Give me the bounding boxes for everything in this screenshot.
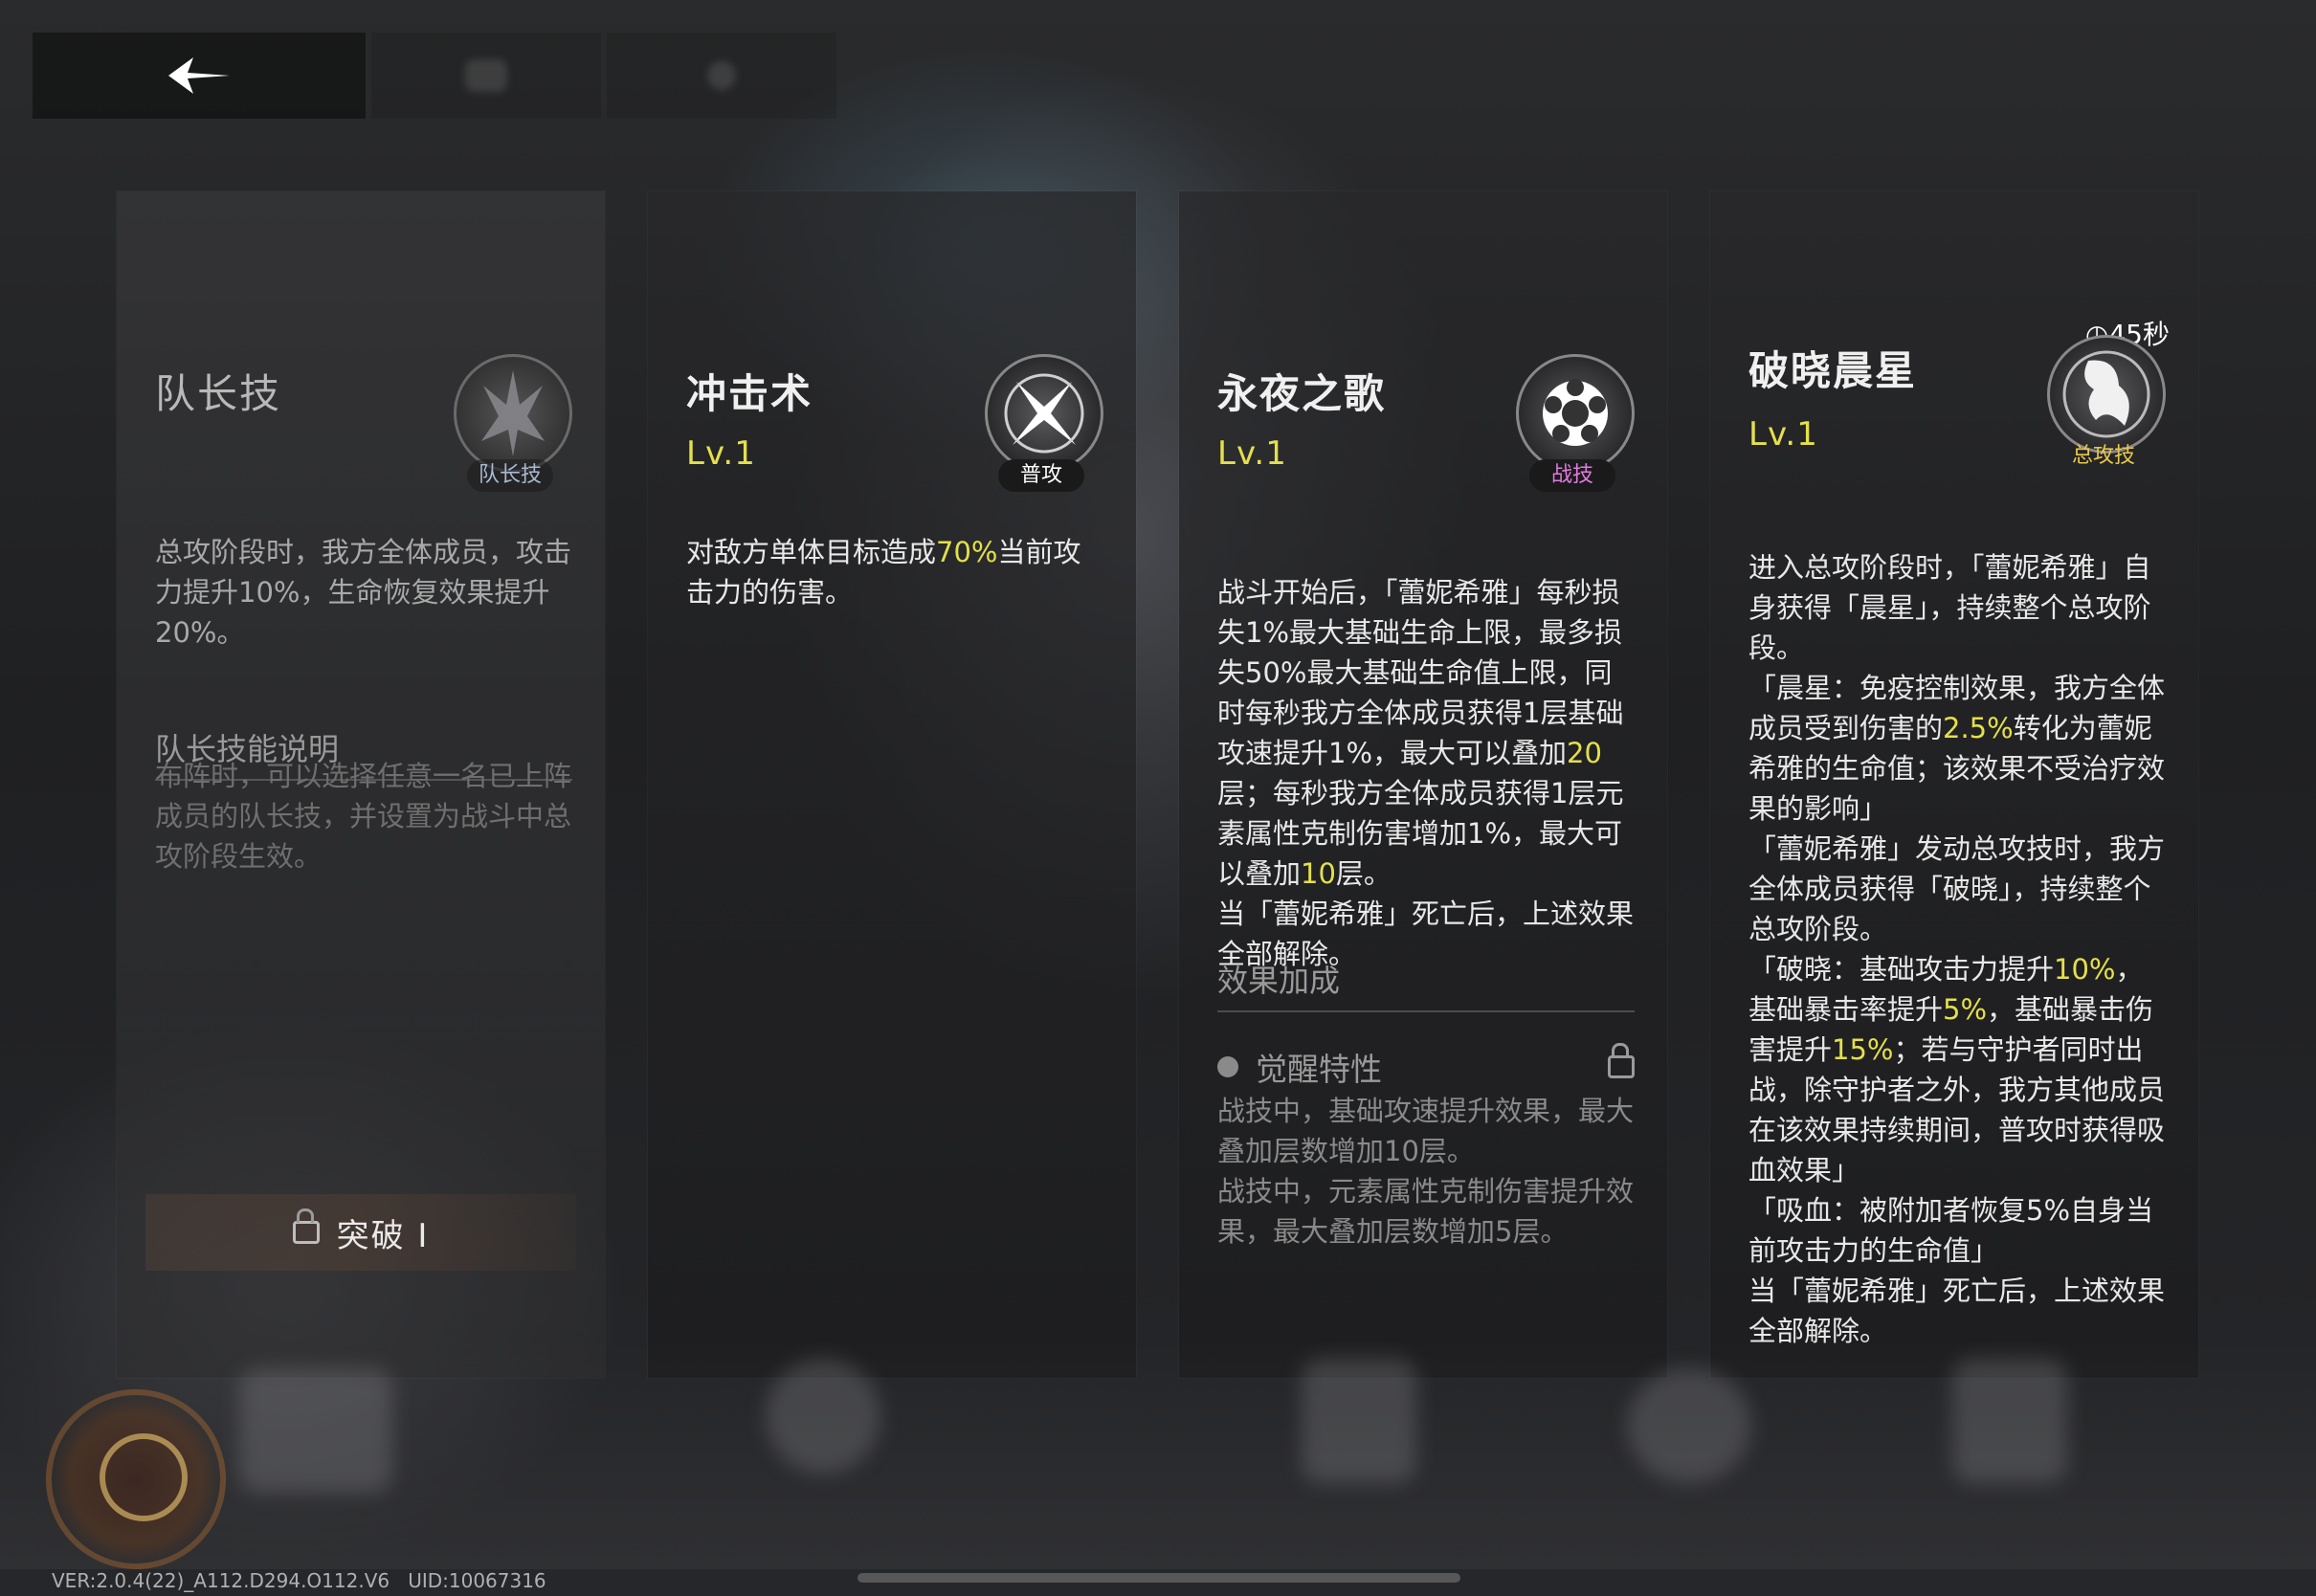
skill-type-tag: 总攻技 (2071, 444, 2135, 468)
skill-type-tag: 普攻 (998, 459, 1084, 492)
blurred-portrait (239, 1368, 392, 1493)
panel-title: 永夜之歌 (1217, 370, 1387, 417)
desc-highlight: 15% (1832, 1033, 1894, 1066)
normal-attack-panel: 冲击术 Lv.1 普攻 对敌方单体目标造成70%当前攻击力的伤害。 (648, 191, 1136, 1378)
lock-icon (1608, 1043, 1635, 1078)
battle-skill-panel: 永夜之歌 Lv.1 战技 战斗开始后，「蕾妮希雅」每秒损失1%最大基础生命上限，… (1179, 191, 1667, 1378)
desc-highlight: 5% (1943, 993, 1988, 1026)
uid-text: UID:10067316 (408, 1569, 546, 1592)
captain-emblem-icon (454, 354, 572, 473)
skill-description: 进入总攻阶段时，「蕾妮希雅」自身获得「晨星」，持续整个总攻阶段。 「晨星：免疫控… (1748, 507, 2166, 1351)
skill-type-tag: 队长技 (467, 459, 553, 492)
avatar-ring-icon (100, 1433, 188, 1521)
awaken-text: 战技中，基础攻速提升效果，最大叠加层数增加10层。 战技中，元素属性克制伤害提升… (1217, 1095, 1635, 1248)
section-text: 布阵时，可以选择任意一名已上阵成员的队长技，并设置为战斗中总攻阶段生效。 (155, 760, 572, 873)
skill-level: Lv.1 (1217, 434, 1287, 473)
breakthrough-button[interactable]: 突破 Ⅰ (145, 1194, 576, 1271)
skill-icon-wrap[interactable]: 总攻技 (2041, 335, 2166, 478)
desc-text: 战斗开始后，「蕾妮希雅」每秒损失1%最大基础生命上限，最多损失50%最大基础生命… (1217, 576, 1624, 769)
blurred-tab-icon (707, 61, 736, 90)
panel-title: 冲击术 (686, 370, 813, 417)
blurred-tab-icon (465, 59, 507, 92)
blurred-icon (1952, 1359, 2067, 1483)
morning-star-icon (2047, 335, 2166, 454)
skill-level: Lv.1 (686, 434, 756, 473)
skill-icon-wrap[interactable]: 队长技 (448, 354, 572, 498)
breakthrough-label: 突破 Ⅰ (336, 1216, 430, 1255)
top-bar (33, 33, 836, 119)
skill-description: 总攻阶段时，我方全体成员，攻击力提升10%，生命恢复效果提升20%。 (155, 536, 572, 649)
back-arrow-icon (168, 57, 230, 94)
blurred-icon (1302, 1359, 1416, 1483)
blurred-icon (766, 1359, 880, 1474)
desc-highlight: 2.5% (1943, 712, 2014, 744)
awaken-trait-row[interactable]: 觉醒特性 (1217, 1043, 1635, 1091)
blurred-icon (1627, 1368, 1751, 1483)
tab-button-2[interactable] (607, 33, 836, 119)
flower-burst-icon (1516, 354, 1635, 473)
version-text: VER:2.0.4(22)_A112.D294.O112.V6 (52, 1569, 390, 1592)
panel-title: 破晓晨星 (1748, 347, 1918, 394)
desc-text: ；若与守护者同时出战，除守护者之外，我方其他成员在该效果持续期间，普攻时获得吸血… (1748, 1033, 2166, 1347)
section-title: 效果加成 (1217, 957, 1635, 1012)
skill-description: 对敌方单体目标造成70%当前攻击力的伤害。 (686, 532, 1103, 612)
desc-highlight: 10 (1301, 857, 1336, 890)
player-avatar[interactable] (46, 1389, 226, 1569)
desc-highlight: 70% (936, 536, 998, 568)
desc-highlight: 10% (2054, 953, 2116, 986)
desc-text: 转化为蕾妮希雅的生命值；该效果不受治疗效果的影响」 「蕾妮希雅」发动总攻技时，我… (1748, 712, 2166, 986)
lock-icon (292, 1208, 320, 1244)
skill-type-tag: 战技 (1529, 459, 1615, 492)
awaken-label: 觉醒特性 (1256, 1051, 1382, 1088)
desc-text: 层；每秒我方全体成员获得1层元素属性克制伤害增加1%，最大可以叠加 (1217, 777, 1624, 890)
captain-skill-panel: 队长技 队长技 总攻阶段时，我方全体成员，攻击力提升10%，生命恢复效果提升20… (117, 191, 605, 1378)
ultimate-skill-panel: 破晓晨星 Lv.1 ◷45秒 总攻技 进入总攻阶段时，「蕾妮希雅」自身获得「晨星… (1710, 191, 2198, 1378)
blurred-bottom-strip (0, 1340, 2316, 1569)
skill-description: 战斗开始后，「蕾妮希雅」每秒损失1%最大基础生命上限，最多损失50%最大基础生命… (1217, 532, 1635, 974)
desc-highlight: 20 (1567, 737, 1602, 769)
panel-title: 队长技 (155, 370, 282, 417)
back-button[interactable] (33, 33, 366, 119)
skill-icon-wrap[interactable]: 普攻 (979, 354, 1103, 498)
skill-level: Lv.1 (1748, 415, 1818, 454)
version-info: VER:2.0.4(22)_A112.D294.O112.V6 UID:1006… (52, 1569, 546, 1592)
cross-blade-icon (985, 354, 1103, 473)
awaken-icon (1217, 1056, 1238, 1077)
desc-text: 对敌方单体目标造成 (686, 536, 937, 568)
skill-icon-wrap[interactable]: 战技 (1510, 354, 1635, 498)
home-indicator[interactable] (857, 1573, 1460, 1583)
tab-button-1[interactable] (371, 33, 601, 119)
